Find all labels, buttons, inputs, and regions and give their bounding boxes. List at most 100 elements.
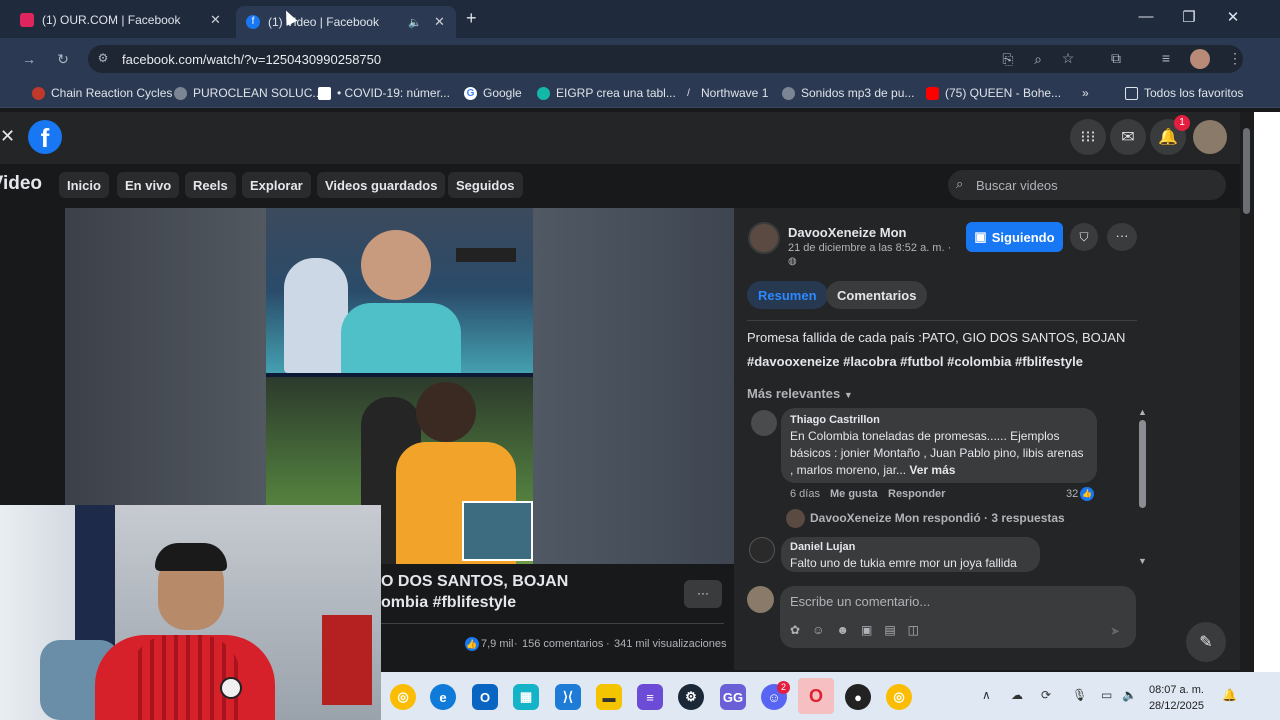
maximize-button[interactable]: ❐: [1174, 8, 1204, 26]
video-more-button[interactable]: ···: [684, 580, 722, 608]
edge-icon[interactable]: e: [430, 684, 456, 710]
bookmark-item[interactable]: EIGRP crea una tabl...: [537, 86, 676, 100]
chrome-profile-icon[interactable]: ◎: [886, 684, 912, 710]
gif-icon[interactable]: ▤: [884, 623, 907, 637]
view-replies-link[interactable]: DavooXeneize Mon respondió · 3 respuesta…: [810, 511, 1065, 525]
microphone-icon[interactable]: 🎙: [1072, 688, 1087, 702]
camera-icon[interactable]: ▣: [861, 623, 884, 637]
bookmark-item[interactable]: Sonidos mp3 de pu...: [782, 86, 914, 100]
clock-date[interactable]: 28/12/2025: [1148, 700, 1204, 712]
new-message-icon[interactable]: ✎: [1186, 622, 1226, 662]
tab-comentarios[interactable]: Comentarios: [826, 281, 928, 309]
game-launcher-icon[interactable]: GG: [720, 684, 746, 710]
speaker-icon[interactable]: 🔈: [408, 16, 422, 29]
close-icon[interactable]: ✕: [0, 126, 15, 147]
vscode-icon[interactable]: ⟩⟨: [555, 684, 581, 710]
bookmark-star-icon[interactable]: ☆: [1057, 50, 1079, 67]
commenter-avatar[interactable]: [749, 537, 775, 563]
tab-title: (1) OUR.COM | Facebook: [42, 13, 181, 27]
bookmark-item[interactable]: • COVID-19: númer...: [318, 86, 450, 100]
forward-icon[interactable]: →: [18, 51, 40, 67]
window-close-button[interactable]: ✕: [1218, 8, 1248, 26]
browser-menu-icon[interactable]: ⋮: [1224, 50, 1246, 67]
avatar-sticker-icon[interactable]: ✿: [790, 623, 812, 637]
url-text[interactable]: facebook.com/watch/?v=1250430990258750: [122, 52, 381, 67]
see-more-link[interactable]: Ver más: [909, 463, 955, 477]
sticker-icon[interactable]: ◫: [908, 623, 931, 637]
opera-icon[interactable]: O: [798, 678, 834, 714]
notification-center-icon[interactable]: 🔔: [1222, 688, 1237, 702]
sync-icon[interactable]: ⟳: [1041, 688, 1051, 702]
clock-time[interactable]: 08:07 a. m.: [1148, 684, 1204, 696]
steam-icon[interactable]: ⚙: [678, 684, 704, 710]
post-date[interactable]: 21 de diciembre a las 8:52 a. m. ·: [788, 242, 951, 254]
bookmark-item[interactable]: Chain Reaction Cycles: [32, 86, 172, 100]
azure-data-studio-icon[interactable]: ▦: [513, 684, 539, 710]
comment-sort-dropdown[interactable]: Más relevantes ▼: [747, 386, 853, 401]
commenter-name[interactable]: Daniel Lujan: [790, 541, 855, 553]
post-options-icon[interactable]: ···: [1107, 223, 1137, 251]
page-scrollbar-thumb[interactable]: [1243, 128, 1250, 214]
comments-scrollbar-thumb[interactable]: [1139, 420, 1146, 508]
comment-input[interactable]: Escribe un comentario...: [790, 594, 930, 609]
bookmark-item[interactable]: PUROCLEAN SOLUC...: [174, 86, 322, 100]
bookmark-item[interactable]: (75) QUEEN - Bohe...: [926, 86, 1061, 100]
tab-seguidos[interactable]: Seguidos: [448, 172, 523, 198]
emoji-icon[interactable]: ☻: [836, 623, 861, 637]
zoom-icon[interactable]: ⌕: [1027, 51, 1049, 68]
like-comment-button[interactable]: Me gusta: [830, 488, 878, 500]
tab-video-facebook[interactable]: f (1) Video | Facebook 🔈 ✕: [236, 6, 456, 38]
send-icon[interactable]: ➤: [1110, 624, 1120, 638]
commenter-name[interactable]: Thiago Castrillon: [790, 414, 880, 426]
facebook-logo[interactable]: f: [28, 120, 62, 154]
commenter-avatar[interactable]: [751, 410, 777, 436]
separator-dot: ·: [514, 638, 518, 650]
more-bookmarks-icon[interactable]: »: [1082, 86, 1089, 100]
volume-icon[interactable]: 🔈: [1122, 688, 1137, 702]
cloud-offline-icon[interactable]: ☁: [1011, 688, 1023, 702]
all-bookmarks-folder[interactable]: Todos los favoritos: [1125, 86, 1243, 100]
profile-avatar[interactable]: [1190, 49, 1210, 69]
tab-videos-guardados[interactable]: Videos guardados: [317, 172, 446, 198]
scroll-up-icon[interactable]: ▲: [1138, 407, 1147, 417]
site-settings-icon[interactable]: ⚙: [92, 51, 114, 65]
tab-our-com[interactable]: (1) OUR.COM | Facebook ✕: [10, 6, 230, 34]
close-tab-icon[interactable]: ✕: [210, 12, 221, 28]
reload-icon[interactable]: ↻: [52, 51, 74, 68]
menu-grid-icon[interactable]: ⁝⁝⁝: [1070, 119, 1106, 155]
minimize-button[interactable]: —: [1131, 8, 1161, 25]
messenger-icon[interactable]: ✉: [1110, 119, 1146, 155]
scroll-down-icon[interactable]: ▼: [1138, 556, 1147, 566]
comment-reaction-count[interactable]: 32: [1066, 488, 1078, 500]
tab-inicio[interactable]: Inicio: [59, 172, 109, 198]
new-tab-button[interactable]: +: [466, 8, 477, 29]
user-avatar[interactable]: [1193, 120, 1227, 154]
media-control-icon[interactable]: ≡: [1155, 50, 1177, 66]
extensions-icon[interactable]: ⧉: [1105, 50, 1127, 67]
tab-resumen[interactable]: Resumen: [747, 281, 828, 309]
post-hashtags[interactable]: #davooxeneize #lacobra #futbol #colombia…: [747, 353, 1137, 371]
author-name[interactable]: DavooXeneize Mon: [788, 225, 906, 240]
close-tab-icon[interactable]: ✕: [434, 14, 445, 30]
author-avatar[interactable]: [748, 222, 780, 254]
comment-count[interactable]: 156 comentarios: [522, 638, 603, 650]
tab-en-vivo[interactable]: En vivo: [117, 172, 180, 198]
reply-button[interactable]: Responder: [888, 488, 945, 500]
chrome-icon[interactable]: ◎: [390, 684, 416, 710]
search-placeholder[interactable]: Buscar videos: [976, 178, 1058, 193]
network-icon[interactable]: ▭: [1101, 688, 1112, 702]
emoji-sticker-icon[interactable]: ☺: [812, 623, 836, 637]
bookmark-item[interactable]: G Google: [464, 86, 522, 100]
media-app-icon[interactable]: ●: [845, 684, 871, 710]
install-app-icon[interactable]: ⎘: [997, 51, 1019, 68]
tab-explorar[interactable]: Explorar: [242, 172, 311, 198]
outlook-icon[interactable]: O: [472, 684, 498, 710]
tray-expand-icon[interactable]: ∧: [982, 688, 991, 702]
tab-reels[interactable]: Reels: [185, 172, 236, 198]
like-count[interactable]: 7,9 mil: [481, 638, 513, 650]
bookmark-item[interactable]: / Northwave 1: [682, 86, 768, 100]
following-button[interactable]: ▣ Siguiendo: [966, 222, 1063, 252]
notes-app-icon[interactable]: ≡: [637, 684, 663, 710]
file-explorer-icon[interactable]: ▬: [596, 684, 622, 710]
shield-icon[interactable]: ⛉: [1070, 223, 1098, 251]
